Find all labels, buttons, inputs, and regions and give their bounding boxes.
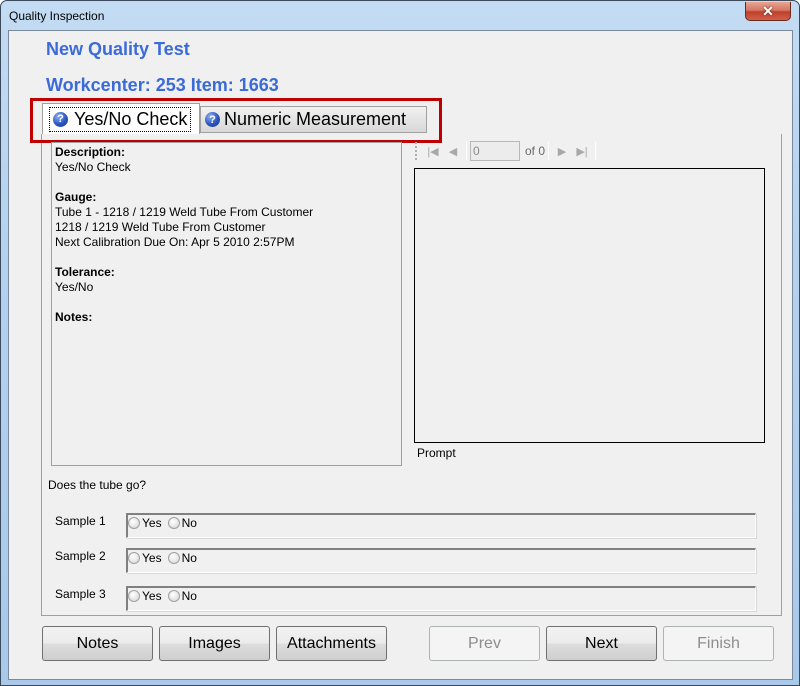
first-page-icon: |◀ (427, 145, 439, 158)
sample-2-yes-radio[interactable]: Yes (128, 551, 162, 565)
sample-3-yes-radio[interactable]: Yes (128, 589, 162, 603)
dialog-client-area: New Quality Test Workcenter: 253 Item: 1… (8, 30, 793, 680)
next-page-icon: ▶ (557, 145, 567, 158)
radio-button[interactable] (167, 590, 180, 602)
radio-label: Yes (142, 551, 162, 565)
attachments-button[interactable]: Attachments (276, 626, 387, 661)
radio-label: Yes (142, 516, 162, 530)
sample-label: Sample 2 (55, 549, 106, 563)
page-title: New Quality Test (46, 39, 190, 59)
gauge-line: Tube 1 - 1218 / 1219 Weld Tube From Cust… (55, 205, 314, 219)
toolbar-separator (548, 142, 550, 160)
radio-label: No (181, 551, 197, 565)
radio-label: No (181, 589, 197, 603)
notes-button[interactable]: Notes (42, 626, 153, 661)
description-value: Yes/No Check (55, 160, 131, 174)
workcenter-item-heading: Workcenter: 253 Item: 1663 (46, 75, 279, 95)
sample-1-no-radio[interactable]: No (167, 516, 197, 530)
radio-button[interactable] (167, 517, 180, 529)
sample-3-group: Yes No (126, 586, 756, 611)
quality-inspection-window: Quality Inspection ✕ New Quality Test Wo… (0, 0, 800, 686)
question-text: Does the tube go? (48, 478, 147, 492)
tolerance-label: Tolerance: (55, 265, 115, 279)
prompt-navigator-toolbar: |◀ ◀ of 0 ▶ ▶| (413, 139, 613, 163)
toolbar-grip[interactable] (415, 142, 419, 160)
prompt-label: Prompt (417, 446, 456, 460)
test-details-box: Description: Yes/No Check Gauge: Tube 1 … (51, 142, 402, 466)
prev-button[interactable]: Prev (429, 626, 540, 661)
sample-2-group: Yes No (126, 548, 756, 573)
gauge-line: 1218 / 1219 Weld Tube From Customer (55, 220, 266, 234)
close-button[interactable]: ✕ (745, 2, 791, 21)
tolerance-value: Yes/No (55, 280, 94, 294)
sample-1-yes-radio[interactable]: Yes (128, 516, 162, 530)
notes-label: Notes: (55, 310, 93, 324)
sample-2-no-radio[interactable]: No (167, 551, 197, 565)
radio-button[interactable] (128, 552, 140, 564)
sample-label: Sample 3 (55, 587, 106, 601)
title-bar[interactable]: Quality Inspection ✕ (1, 1, 799, 31)
tab-highlight-annotation (30, 98, 442, 143)
toolbar-separator (466, 142, 467, 160)
radio-label: No (181, 516, 197, 530)
toolbar-separator (595, 142, 597, 160)
prev-page-icon: ◀ (448, 145, 458, 158)
page-count-label: of 0 (525, 144, 546, 158)
close-icon: ✕ (762, 3, 774, 19)
last-page-button[interactable]: ▶| (572, 141, 592, 161)
prev-page-button[interactable]: ◀ (443, 141, 463, 161)
next-page-button[interactable]: ▶ (552, 141, 572, 161)
sample-1-group: Yes No (126, 513, 756, 538)
images-button[interactable]: Images (159, 626, 270, 661)
sample-label: Sample 1 (55, 514, 106, 528)
next-button[interactable]: Next (546, 626, 657, 661)
radio-label: Yes (142, 589, 162, 603)
finish-button[interactable]: Finish (663, 626, 774, 661)
radio-button[interactable] (128, 590, 140, 602)
radio-button[interactable] (167, 552, 180, 564)
calibration-due: Next Calibration Due On: Apr 5 2010 2:57… (55, 235, 295, 249)
window-title: Quality Inspection (9, 9, 105, 23)
first-page-button[interactable]: |◀ (423, 141, 443, 161)
radio-button[interactable] (128, 517, 140, 529)
prompt-image-area (414, 168, 765, 443)
gauge-label: Gauge: (55, 190, 97, 204)
last-page-icon: ▶| (576, 145, 588, 158)
description-label: Description: (55, 145, 126, 159)
position-input[interactable] (470, 141, 520, 161)
sample-3-no-radio[interactable]: No (167, 589, 197, 603)
